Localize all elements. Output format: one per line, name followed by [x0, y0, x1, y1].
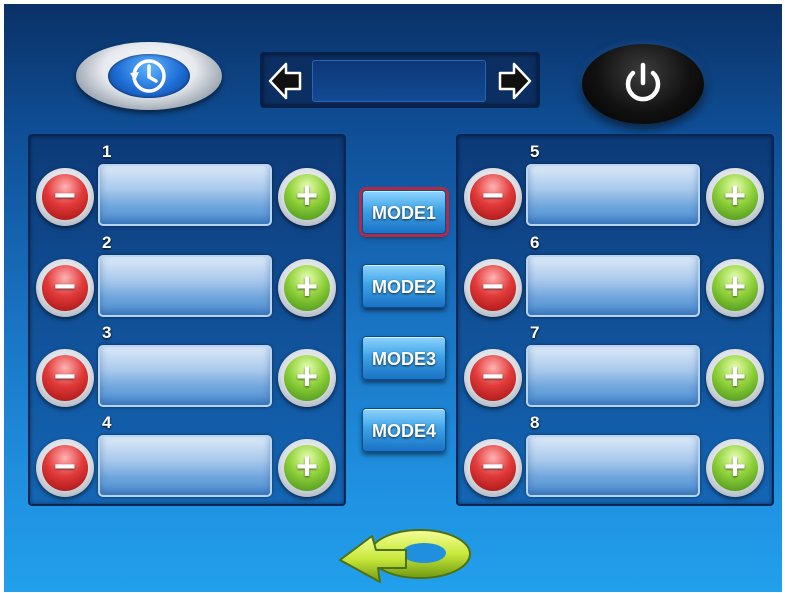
channel-number: 5	[530, 142, 540, 161]
increase-button[interactable]: +	[706, 349, 764, 407]
plus-icon: +	[295, 266, 319, 308]
increase-button[interactable]: +	[706, 439, 764, 497]
channel-number: 1	[102, 142, 112, 161]
decrease-button[interactable]: −	[36, 259, 94, 317]
channel-row-2: 2 − +	[30, 231, 344, 317]
decrease-button[interactable]: −	[464, 168, 522, 226]
channel-value-field[interactable]	[526, 255, 700, 317]
decrease-button[interactable]: −	[36, 168, 94, 226]
decrease-button[interactable]: −	[36, 439, 94, 497]
channel-panel-left: 1 − + 2 − + 3 − + 4 − +	[28, 134, 346, 506]
minus-icon: −	[481, 266, 505, 308]
minus-icon: −	[53, 266, 77, 308]
increase-button[interactable]: +	[278, 259, 336, 317]
channel-row-4: 4 − +	[30, 411, 344, 497]
channel-number: 8	[530, 413, 540, 432]
channel-number: 6	[530, 233, 540, 252]
plus-icon: +	[723, 175, 747, 217]
arrow-right-icon	[498, 62, 532, 100]
next-button[interactable]	[496, 62, 532, 100]
minus-icon: −	[481, 175, 505, 217]
previous-button[interactable]	[268, 62, 304, 100]
channel-value-field[interactable]	[526, 435, 700, 497]
value-selector	[260, 52, 540, 108]
increase-button[interactable]: +	[706, 259, 764, 317]
minus-icon: −	[481, 356, 505, 398]
mode3-button[interactable]: MODE3	[362, 336, 446, 380]
channel-value-field[interactable]	[526, 345, 700, 407]
channel-value-field[interactable]	[98, 164, 272, 226]
channel-value-field[interactable]	[98, 255, 272, 317]
minus-icon: −	[53, 356, 77, 398]
decrease-button[interactable]: −	[464, 259, 522, 317]
selector-display	[312, 60, 486, 102]
back-button[interactable]	[336, 520, 476, 586]
channel-value-field[interactable]	[526, 164, 700, 226]
control-screen: 1 − + 2 − + 3 − + 4 − + MODE1 MODE2 MODE…	[4, 4, 782, 592]
return-arrow-icon	[339, 529, 471, 583]
minus-icon: −	[53, 446, 77, 488]
plus-icon: +	[295, 446, 319, 488]
decrease-button[interactable]: −	[464, 349, 522, 407]
minus-icon: −	[481, 446, 505, 488]
plus-icon: +	[723, 266, 747, 308]
increase-button[interactable]: +	[278, 349, 336, 407]
power-icon	[625, 62, 661, 102]
plus-icon: +	[295, 356, 319, 398]
decrease-button[interactable]: −	[36, 349, 94, 407]
channel-number: 2	[102, 233, 112, 252]
increase-button[interactable]: +	[706, 168, 764, 226]
decrease-button[interactable]: −	[464, 439, 522, 497]
increase-button[interactable]: +	[278, 168, 336, 226]
channel-row-6: 6 − +	[458, 231, 772, 317]
plus-icon: +	[723, 356, 747, 398]
channel-row-1: 1 − +	[30, 140, 344, 226]
mode2-button[interactable]: MODE2	[362, 264, 446, 308]
channel-row-5: 5 − +	[458, 140, 772, 226]
minus-icon: −	[53, 175, 77, 217]
mode1-button[interactable]: MODE1	[362, 190, 446, 234]
increase-button[interactable]: +	[278, 439, 336, 497]
arrow-left-icon	[268, 62, 302, 100]
plus-icon: +	[295, 175, 319, 217]
channel-value-field[interactable]	[98, 435, 272, 497]
mode4-button[interactable]: MODE4	[362, 408, 446, 452]
channel-number: 3	[102, 323, 112, 342]
channel-row-7: 7 − +	[458, 321, 772, 407]
channel-value-field[interactable]	[98, 345, 272, 407]
history-button[interactable]	[76, 42, 222, 110]
channel-row-3: 3 − +	[30, 321, 344, 407]
channel-row-8: 8 − +	[458, 411, 772, 497]
power-button[interactable]	[582, 44, 704, 124]
channel-number: 4	[102, 413, 112, 432]
clock-history-icon	[130, 59, 166, 93]
channel-number: 7	[530, 323, 540, 342]
channel-panel-right: 5 − + 6 − + 7 − + 8 − +	[456, 134, 774, 506]
plus-icon: +	[723, 446, 747, 488]
